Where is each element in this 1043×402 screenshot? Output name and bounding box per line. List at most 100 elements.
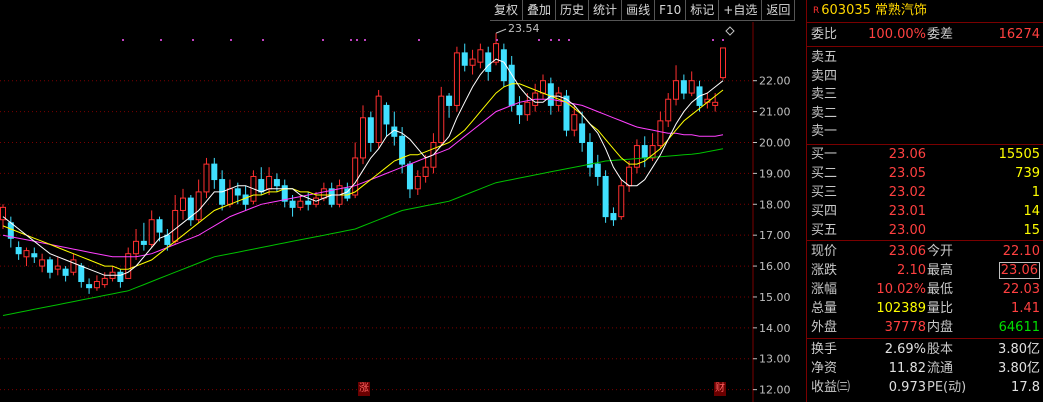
candle-down xyxy=(258,179,265,193)
candle-up xyxy=(438,95,445,143)
candle-up xyxy=(93,281,100,289)
bid-row: 买五 23.00 15 xyxy=(807,222,1043,240)
candle-up xyxy=(125,253,132,279)
candle-down xyxy=(641,145,648,159)
fund-label: 换手 xyxy=(811,342,838,357)
stat-row: 涨跌 2.10 最高 23.06 xyxy=(807,262,1043,280)
price-tick-label: 22.00 xyxy=(759,75,791,88)
candle-down xyxy=(31,253,38,258)
toolbar-button-2[interactable]: 历史 xyxy=(556,0,590,21)
candle-up xyxy=(226,188,233,205)
event-marker xyxy=(722,39,724,41)
ask-label: 卖二 xyxy=(811,105,838,121)
candle-up xyxy=(101,277,108,286)
webi-value: 100.00% xyxy=(868,27,926,42)
limit-up-tag[interactable]: 涨 xyxy=(358,382,370,396)
candle-down xyxy=(234,188,241,196)
price-tick-label: 19.00 xyxy=(759,167,791,180)
candle-up xyxy=(266,175,273,190)
ask-row: 卖三 xyxy=(807,86,1043,104)
event-marker xyxy=(496,39,498,41)
candle-up xyxy=(375,95,382,143)
toolbar-button-6[interactable]: 标记 xyxy=(686,0,720,21)
bid-volume: 739 xyxy=(1015,166,1040,181)
candle-up xyxy=(148,219,155,245)
stat-value: 10.02% xyxy=(876,282,926,297)
toolbar-button-8[interactable]: 返回 xyxy=(762,0,796,21)
price-tick-label: 16.00 xyxy=(759,260,791,273)
bid-price: 23.06 xyxy=(888,147,926,162)
candle-down xyxy=(383,104,390,125)
wecha-value: 16274 xyxy=(998,27,1040,42)
fund-value: 0.973 xyxy=(888,380,926,395)
kline-canvas[interactable]: 22.00 21.00 20.00 19.00 18.00 17.00 16.00 15.00… xyxy=(0,22,806,402)
candle-up xyxy=(23,250,30,258)
stat-value: 22.10 xyxy=(1002,244,1040,259)
webi-row: 委比 100.00% 委差 16274 xyxy=(807,26,1043,44)
finance-tag[interactable]: 财 xyxy=(714,382,726,396)
stat-label: 今开 xyxy=(927,244,954,259)
stat-label: 现价 xyxy=(811,244,838,259)
candle-down xyxy=(62,268,69,276)
event-marker xyxy=(538,39,540,41)
toolbar-button-4[interactable]: 画线 xyxy=(622,0,656,21)
candle-down xyxy=(242,194,249,205)
toolbar-button-0[interactable]: 复权 xyxy=(490,0,524,21)
bid-price: 23.05 xyxy=(888,166,926,181)
stat-label: 最低 xyxy=(927,282,954,297)
candle-down xyxy=(594,163,601,177)
stat-value: 23.06 xyxy=(998,262,1040,279)
candle-down xyxy=(164,234,171,245)
bid-label: 买四 xyxy=(811,204,838,219)
candle-up xyxy=(673,80,680,100)
candle-up xyxy=(414,175,421,190)
bid-row: 买二 23.05 739 xyxy=(807,165,1043,183)
event-marker xyxy=(350,39,352,41)
candle-up xyxy=(70,259,77,273)
candle-down xyxy=(78,265,85,283)
stat-label: 涨幅 xyxy=(811,282,838,297)
r-mark: R xyxy=(813,6,820,16)
kline-chart[interactable]: 22.00 21.00 20.00 19.00 18.00 17.00 16.00 15.00… xyxy=(0,22,806,402)
price-tick-label: 12.00 xyxy=(759,384,791,397)
price-tick-label: 18.00 xyxy=(759,198,791,211)
candle-up xyxy=(571,114,578,131)
candle-down xyxy=(610,213,617,221)
bid-volume: 15505 xyxy=(998,147,1040,162)
toolbar-button-1[interactable]: 叠加 xyxy=(523,0,557,21)
event-marker xyxy=(550,39,552,41)
ask-label: 卖四 xyxy=(811,68,838,84)
fund-label: PE(动) xyxy=(927,380,967,395)
bid-volume: 14 xyxy=(1023,204,1040,219)
event-marker xyxy=(322,39,324,41)
toolbar-button-3[interactable]: 统计 xyxy=(589,0,623,21)
candle-up xyxy=(203,163,210,193)
fund-value: 2.69% xyxy=(884,342,926,357)
candle-up xyxy=(195,191,202,221)
ask-label: 卖一 xyxy=(811,124,838,139)
candle-down xyxy=(547,83,554,106)
bid-price: 23.00 xyxy=(888,223,926,238)
fund-label: 股本 xyxy=(927,342,954,357)
ma5-line xyxy=(2,58,724,276)
stat-value: 1.41 xyxy=(1011,301,1040,316)
candle-up xyxy=(297,200,304,208)
ask-row: 卖四 xyxy=(807,68,1043,86)
bid-row: 买三 23.02 1 xyxy=(807,184,1043,202)
event-marker xyxy=(568,39,570,41)
bid-row: 买四 23.01 14 xyxy=(807,203,1043,221)
candle-down xyxy=(117,271,124,283)
toolbar-button-5[interactable]: F10 xyxy=(655,0,687,21)
fund-row: 收益㈢ 0.973 PE(动) 17.8 xyxy=(807,379,1043,397)
chart-toolbar: 复权 叠加 历史 统计 画线 F10 标记 +自选 返回 xyxy=(490,0,796,22)
candle-down xyxy=(516,104,523,116)
bid-price: 23.02 xyxy=(888,185,926,200)
bid-label: 买五 xyxy=(811,223,838,238)
ask-row: 卖一 xyxy=(807,123,1043,141)
toolbar-button-7[interactable]: +自选 xyxy=(719,0,763,21)
price-tick-label: 15.00 xyxy=(759,291,791,304)
stock-code: 603035 xyxy=(821,3,871,18)
stock-header[interactable]: R 603035 常熟汽饰 xyxy=(807,0,1043,23)
event-marker xyxy=(122,39,124,41)
candle-up xyxy=(360,117,366,159)
